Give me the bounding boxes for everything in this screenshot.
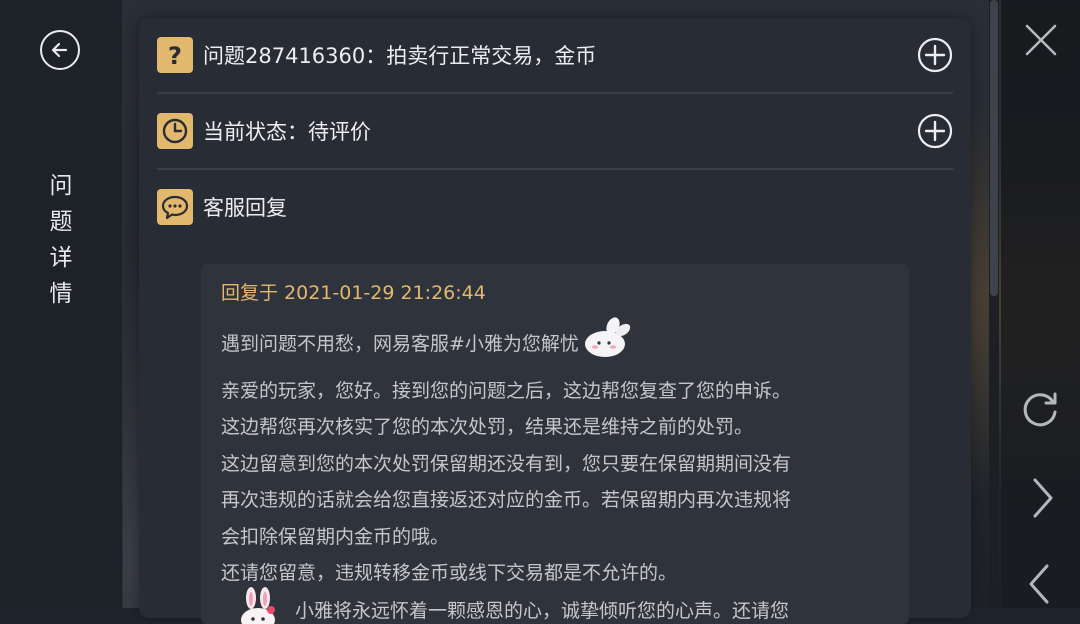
page-title-char: 问 — [49, 173, 73, 199]
back-button[interactable] — [40, 30, 80, 70]
chat-bubble-icon — [157, 189, 193, 225]
page-title-char: 详 — [49, 245, 73, 271]
page-title-char: 情 — [49, 281, 73, 307]
reply-line-text: 遇到问题不用愁，网易客服#小雅为您解忧 — [221, 332, 579, 355]
expand-status-button[interactable] — [917, 113, 953, 149]
reply-line: 这边帮您再次核实了您的本次处罚，结果还是维持之前的处罚。 — [221, 416, 754, 438]
svg-text:?: ? — [168, 42, 182, 69]
question-icon: ? — [157, 37, 193, 73]
refresh-icon — [1023, 392, 1057, 427]
bunny-mascot-icon — [229, 586, 289, 624]
reply-line: 这边留意到您的本次处罚保留期还没有到，您只要在保留期期间没有 — [221, 452, 792, 475]
reply-timestamp: 回复于 2021-01-29 21:26:44 — [221, 282, 486, 304]
plus-circle-icon — [917, 113, 953, 149]
sidebar: 问 题 详 情 — [0, 0, 123, 608]
back-nav-button[interactable] — [1025, 562, 1053, 610]
reply-header-label: 客服回复 — [203, 196, 287, 220]
scrollbar-thumb[interactable] — [990, 0, 998, 296]
detail-panel: ? 问题287416360：拍卖行正常交易，金币 当前状态：待评价 客服回复 回… — [139, 18, 971, 624]
status-text: 当前状态：待评价 — [203, 120, 371, 144]
close-icon — [1025, 24, 1057, 56]
clock-icon — [157, 113, 193, 149]
page-title: 问 题 详 情 — [46, 168, 76, 312]
reply-body: 遇到问题不用愁，网易客服#小雅为您解忧 亲爱的玩家，您好。接到您的问题之后，这边… — [221, 316, 901, 592]
refresh-button[interactable] — [1019, 388, 1063, 436]
reply-line: 亲爱的玩家，您好。接到您的问题之后，这边帮您复查了您的申诉。 — [221, 379, 792, 402]
reply-card: 回复于 2021-01-29 21:26:44 遇到问题不用愁，网易客服#小雅为… — [201, 264, 909, 624]
close-button[interactable] — [1023, 22, 1059, 62]
reply-footer: 小雅将永远怀着一颗感恩的心，诚挚倾听您的心声。还请您 — [221, 584, 909, 624]
reply-header-row: 客服回复 — [157, 170, 953, 244]
page-title-char: 题 — [49, 209, 73, 235]
status-row: 当前状态：待评价 — [157, 94, 953, 168]
chevron-left-icon — [1029, 564, 1049, 604]
reply-line: 再次违规的话就会给您直接返还对应的金币。若保留期内再次违规将 — [221, 489, 792, 511]
right-rail — [1001, 0, 1080, 608]
reply-footer-text: 小雅将永远怀着一颗感恩的心，诚挚倾听您的心声。还请您 — [295, 600, 790, 622]
back-arrow-icon — [51, 42, 68, 58]
bunny-sticker-icon — [579, 316, 635, 373]
chevron-right-icon — [1033, 478, 1053, 518]
question-title: 问题287416360：拍卖行正常交易，金币 — [203, 44, 597, 68]
reply-line: 会扣除保留期内金币的哦。 — [221, 525, 450, 548]
forward-button[interactable] — [1029, 476, 1057, 524]
reply-line: 遇到问题不用愁，网易客服#小雅为您解忧 — [221, 316, 901, 373]
question-row: ? 问题287416360：拍卖行正常交易，金币 — [157, 18, 953, 92]
plus-circle-icon — [917, 37, 953, 73]
expand-question-button[interactable] — [917, 37, 953, 73]
